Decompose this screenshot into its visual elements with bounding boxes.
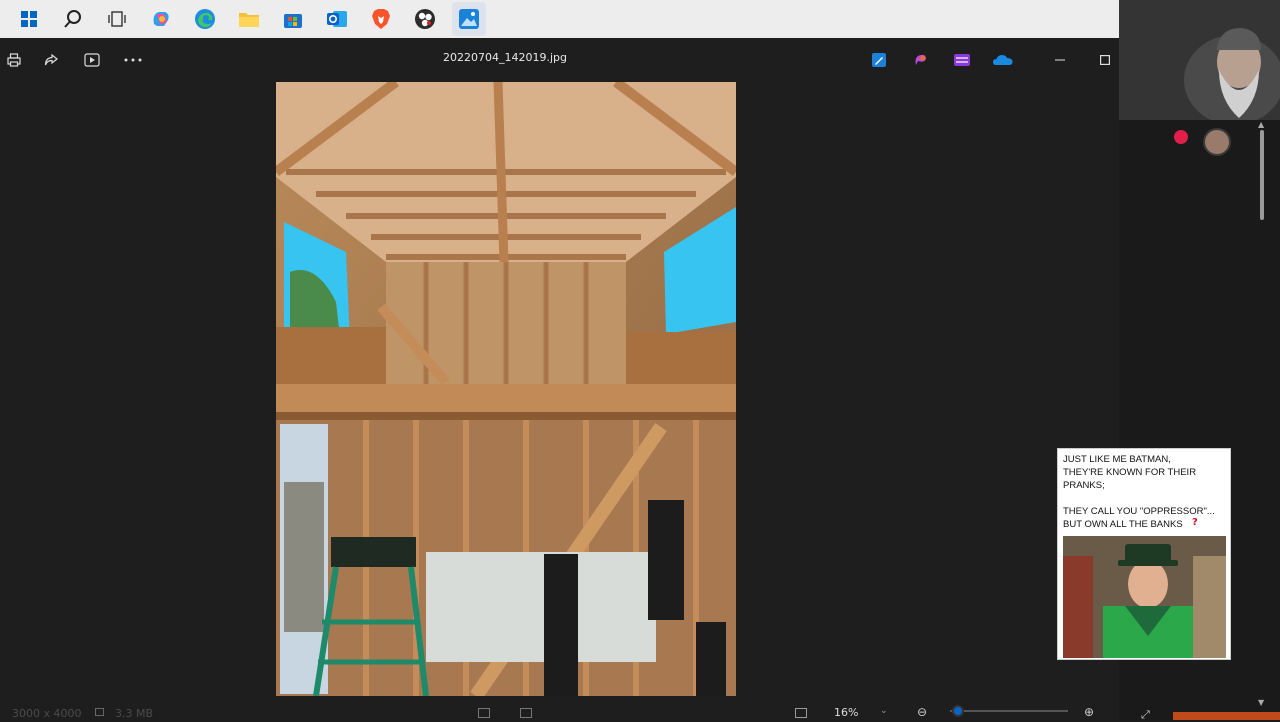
copilot-icon[interactable] (144, 2, 178, 36)
zoom-dropdown-icon[interactable]: ⌄ (880, 706, 888, 716)
brave-icon[interactable] (364, 2, 398, 36)
zoom-slider-thumb[interactable] (952, 705, 964, 717)
file-name: 20220704_142019.jpg (443, 51, 567, 64)
webcam-overlay (1119, 0, 1280, 120)
image-dimensions: 3000 x 4000 (12, 707, 82, 720)
outlook-icon[interactable] (320, 2, 354, 36)
notification-badge-icon (1174, 130, 1188, 144)
red-question-mark: ? (1192, 517, 1198, 528)
scroll-up-icon[interactable]: ▲ (1258, 120, 1264, 129)
photos-window: 20220704_142019.jpg 3000 x 4000 3.3 MB 1… (0, 38, 1175, 720)
riddler-image (1063, 536, 1226, 658)
windows-start-icon[interactable] (12, 2, 46, 36)
actual-size-icon[interactable] (795, 708, 807, 718)
minimize-icon[interactable] (1046, 46, 1074, 74)
avatar[interactable] (1203, 128, 1231, 156)
scroll-thumb[interactable] (1260, 130, 1264, 220)
filmstrip-icon[interactable] (520, 708, 532, 718)
zoom-slider[interactable] (950, 710, 1068, 712)
store-icon[interactable] (276, 2, 310, 36)
edit-image-icon[interactable] (865, 46, 893, 74)
zoom-in-icon[interactable]: ⊕ (1084, 705, 1094, 719)
search-icon[interactable] (56, 2, 90, 36)
clipchamp-icon[interactable] (948, 46, 976, 74)
file-size-icon (95, 708, 104, 716)
photos-icon[interactable] (452, 2, 486, 36)
taskbar (0, 0, 1119, 38)
edge-icon[interactable] (188, 2, 222, 36)
title-bar: 20220704_142019.jpg (0, 38, 1119, 82)
photo-image[interactable] (276, 82, 736, 696)
zoom-out-icon[interactable]: ⊖ (917, 705, 927, 719)
designer-icon[interactable] (907, 46, 935, 74)
onedrive-icon[interactable] (989, 46, 1017, 74)
scrollbar[interactable]: ▲ ▼ (1256, 120, 1268, 715)
maximize-icon[interactable] (1091, 46, 1119, 74)
meme-caption: JUST LIKE ME BATMAN, THEY'RE KNOWN FOR T… (1063, 454, 1215, 530)
obs-icon[interactable] (408, 2, 442, 36)
expand-icon[interactable]: ⤢ (1141, 708, 1153, 721)
file-explorer-icon[interactable] (232, 2, 266, 36)
task-view-icon[interactable] (100, 2, 134, 36)
fit-to-window-icon[interactable] (478, 708, 490, 718)
file-size: 3.3 MB (115, 707, 154, 720)
status-bar: 3000 x 4000 3.3 MB 16% ⌄ ⊖ ⊕ (0, 702, 1175, 720)
scroll-down-icon[interactable]: ▼ (1258, 698, 1264, 707)
zoom-level[interactable]: 16% (834, 706, 858, 719)
meme-overlay: JUST LIKE ME BATMAN, THEY'RE KNOWN FOR T… (1057, 448, 1231, 660)
